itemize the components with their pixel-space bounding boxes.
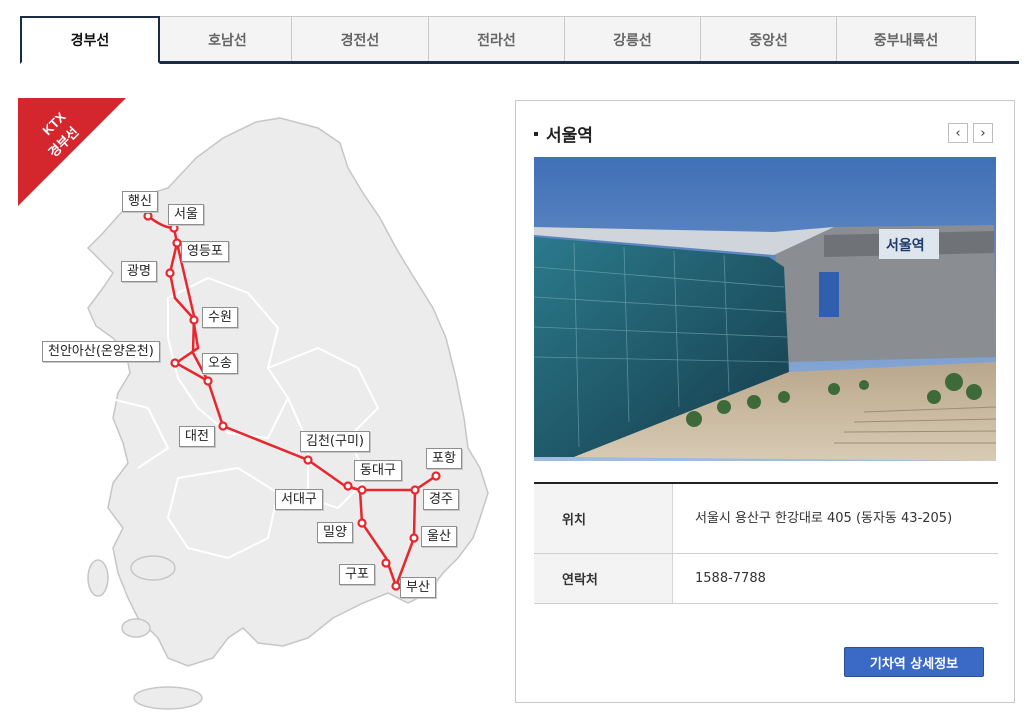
location-label: 위치 — [534, 484, 673, 553]
dot-haengsin — [143, 211, 153, 221]
contact-value: 1588-7788 — [695, 570, 766, 586]
dot-osong — [203, 376, 213, 386]
dot-seoul — [169, 223, 179, 233]
station-label-seodaegu[interactable]: 서대구 — [275, 489, 323, 510]
station-label-gwangmyeong[interactable]: 광명 — [121, 261, 157, 282]
station-label-yeongdeungpo[interactable]: 영등포 — [181, 241, 229, 262]
ktx-ribbon — [18, 98, 126, 206]
dot-miryang — [357, 518, 367, 528]
next-station-button[interactable]: › — [973, 123, 993, 143]
station-label-daejeon[interactable]: 대전 — [179, 426, 215, 447]
station-detail-button[interactable]: 기차역 상세정보 — [844, 647, 984, 677]
korea-map-graphic: KTX 경부선 — [18, 98, 489, 710]
dot-cheonanasan — [170, 358, 180, 368]
station-label-dongdaegu[interactable]: 동대구 — [354, 460, 402, 481]
contact-row: 연락처 1588-7788 — [534, 554, 998, 604]
station-info-panel: 서울역 ‹ › 서울역 위치 서울시 용산구 한강대로 405 (동자동 43-… — [515, 100, 1015, 703]
tab-jungbunaeryuk[interactable]: 중부내륙선 — [836, 16, 976, 62]
svg-text:서울역: 서울역 — [886, 237, 925, 254]
dot-pohang — [431, 471, 441, 481]
dot-gyeongju — [410, 485, 420, 495]
station-label-osong[interactable]: 오송 — [202, 353, 238, 374]
dot-daejeon — [218, 421, 228, 431]
chevron-right-icon: › — [980, 125, 986, 141]
route-map: KTX 경부선 행신 서울 영등포 광명 수원 천안아산(온양온천) 오송 대전… — [18, 98, 498, 713]
station-label-haengsin[interactable]: 행신 — [122, 191, 158, 212]
dot-seodaegu — [343, 481, 353, 491]
tab-jeolla[interactable]: 전라선 — [428, 16, 565, 62]
prev-station-button[interactable]: ‹ — [948, 123, 968, 143]
dot-ulsan — [409, 533, 419, 543]
dot-suwon — [189, 315, 199, 325]
chevron-left-icon: ‹ — [955, 125, 961, 141]
station-title-text: 서울역 — [546, 126, 593, 146]
dot-gwangmyeong — [165, 268, 175, 278]
station-title: 서울역 — [534, 121, 593, 146]
tab-gangneung[interactable]: 강릉선 — [564, 16, 701, 62]
station-label-suwon[interactable]: 수원 — [202, 307, 238, 328]
dot-busan — [391, 581, 401, 591]
tab-jungang[interactable]: 중앙선 — [700, 16, 837, 62]
station-label-gyeongju[interactable]: 경주 — [423, 489, 459, 510]
station-info-table: 위치 서울시 용산구 한강대로 405 (동자동 43-205) 연락처 158… — [534, 482, 998, 604]
station-label-gimcheon[interactable]: 김천(구미) — [300, 431, 370, 452]
contact-label: 연락처 — [534, 554, 673, 603]
line-tabs: 경부선 호남선 경전선 전라선 강릉선 중앙선 중부내륙선 — [20, 16, 1019, 64]
station-photo: 서울역 — [534, 157, 996, 461]
station-label-miryang[interactable]: 밀양 — [317, 522, 353, 543]
station-label-seoul[interactable]: 서울 — [168, 204, 204, 225]
tab-gyeongjeon[interactable]: 경전선 — [291, 16, 429, 62]
tab-honam[interactable]: 호남선 — [159, 16, 296, 62]
location-value: 서울시 용산구 한강대로 405 (동자동 43-205) — [695, 510, 953, 526]
dot-dongdaegu — [357, 485, 367, 495]
location-row: 위치 서울시 용산구 한강대로 405 (동자동 43-205) — [534, 484, 998, 554]
title-bullet-icon — [534, 131, 538, 136]
tabs-underline — [20, 61, 1019, 64]
dot-yeongdeungpo — [172, 238, 182, 248]
station-label-gupo[interactable]: 구포 — [339, 564, 375, 585]
station-label-cheonanasan[interactable]: 천안아산(온양온천) — [42, 341, 160, 362]
station-label-busan[interactable]: 부산 — [400, 577, 436, 598]
station-label-ulsan[interactable]: 울산 — [421, 526, 457, 547]
dot-gimcheon — [303, 455, 313, 465]
station-label-pohang[interactable]: 포항 — [426, 448, 462, 469]
tab-gyeongbu[interactable]: 경부선 — [20, 16, 160, 64]
dot-gupo — [381, 558, 391, 568]
